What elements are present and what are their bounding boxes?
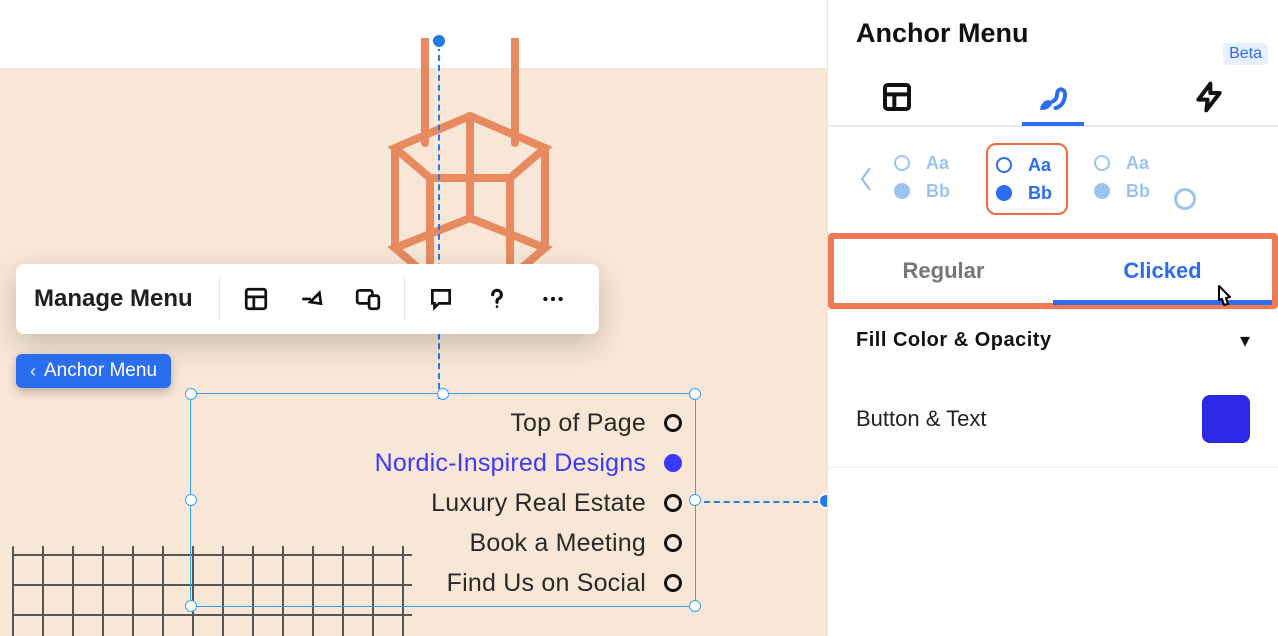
ring-icon (1094, 155, 1110, 171)
dot-icon (1094, 183, 1110, 199)
chevron-left-icon: ‹ (30, 361, 36, 382)
bullet-outline-icon (664, 494, 682, 512)
bullet-outline-icon (664, 574, 682, 592)
state-tabs-highlight: Regular Clicked (828, 233, 1278, 309)
anchor-menu-item[interactable]: Book a Meeting (210, 523, 682, 563)
ring-icon (996, 157, 1012, 173)
anchor-menu-item[interactable]: Find Us on Social (210, 563, 682, 603)
panel-tabs: Beta (828, 49, 1278, 127)
help-icon[interactable] (475, 277, 519, 321)
anchor-menu-element[interactable]: Top of Page Nordic-Inspired Designs Luxu… (210, 403, 682, 603)
inspector-panel: Anchor Menu Beta Aa Bb Aa (827, 0, 1278, 636)
anchor-menu-item-label: Book a Meeting (469, 529, 646, 558)
responsive-icon[interactable] (346, 277, 390, 321)
anchor-menu-item[interactable]: Top of Page (210, 403, 682, 443)
bullet-filled-icon (664, 454, 682, 472)
resize-handle-mid-right[interactable] (689, 494, 701, 506)
element-floating-toolbar: Manage Menu (16, 264, 599, 334)
resize-handle-top-right[interactable] (689, 388, 701, 400)
vertical-guide-line (438, 45, 440, 399)
toolbar-divider (404, 277, 405, 321)
style-variant-option[interactable]: Aa Bb (886, 143, 968, 215)
style-variants-row: Aa Bb Aa Bb Aa Bb (828, 127, 1278, 233)
back-chevron-icon[interactable] (852, 164, 880, 194)
style-variant-option-selected[interactable]: Aa Bb (986, 143, 1068, 215)
state-tabs: Regular Clicked (834, 239, 1272, 303)
sample-aa: Aa (1126, 153, 1160, 174)
element-type-tag[interactable]: ‹ Anchor Menu (16, 354, 171, 388)
resize-handle-bottom-right[interactable] (689, 600, 701, 612)
anchor-menu-item[interactable]: Nordic-Inspired Designs (210, 443, 682, 483)
bullet-outline-icon (664, 534, 682, 552)
state-tab-regular[interactable]: Regular (834, 239, 1053, 303)
variant-radio[interactable] (1174, 188, 1196, 210)
beta-badge: Beta (1223, 43, 1268, 65)
color-swatch[interactable] (1202, 395, 1250, 443)
anchor-menu-item-label: Nordic-Inspired Designs (375, 449, 646, 478)
horizontal-guide-line (694, 501, 829, 503)
tab-layout[interactable] (866, 69, 928, 125)
resize-handle-bottom-left[interactable] (185, 600, 197, 612)
toolbar-divider (219, 277, 220, 321)
variant-radio-group (1174, 148, 1196, 210)
ring-icon (894, 155, 910, 171)
sample-aa: Aa (926, 153, 960, 174)
comment-icon[interactable] (419, 277, 463, 321)
section-title: Fill Color & Opacity (856, 329, 1052, 352)
anchor-menu-item-label: Luxury Real Estate (431, 489, 646, 518)
manage-menu-button[interactable]: Manage Menu (34, 285, 211, 313)
chevron-down-icon: ▾ (1240, 328, 1250, 353)
pointer-cursor-icon (1210, 282, 1240, 321)
element-type-label: Anchor Menu (44, 360, 157, 382)
dot-icon (894, 183, 910, 199)
animation-icon[interactable] (290, 277, 334, 321)
tab-interactions[interactable] (1178, 69, 1240, 125)
layout-icon[interactable] (234, 277, 278, 321)
resize-handle-mid-top[interactable] (437, 388, 449, 400)
bullet-outline-icon (664, 414, 682, 432)
tab-design[interactable] (1022, 70, 1084, 126)
anchor-menu-item[interactable]: Luxury Real Estate (210, 483, 682, 523)
prop-button-text: Button & Text (828, 371, 1278, 467)
prop-label: Button & Text (856, 406, 986, 432)
more-icon[interactable] (531, 277, 575, 321)
sample-bb: Bb (1028, 183, 1058, 204)
style-variant-option[interactable]: Aa Bb (1086, 143, 1168, 215)
resize-handle-mid-left[interactable] (185, 494, 197, 506)
sample-bb: Bb (1126, 181, 1160, 202)
anchor-menu-item-label: Top of Page (510, 409, 646, 438)
guide-handle-top[interactable] (431, 33, 447, 49)
panel-title: Anchor Menu (828, 0, 1278, 49)
divider (828, 467, 1278, 468)
editor-canvas[interactable]: Manage Menu ‹ Anchor Menu (0, 0, 827, 636)
anchor-menu-item-label: Find Us on Social (447, 569, 646, 598)
sample-bb: Bb (926, 181, 960, 202)
sample-aa: Aa (1028, 155, 1058, 176)
resize-handle-top-left[interactable] (185, 388, 197, 400)
dot-icon (996, 185, 1012, 201)
